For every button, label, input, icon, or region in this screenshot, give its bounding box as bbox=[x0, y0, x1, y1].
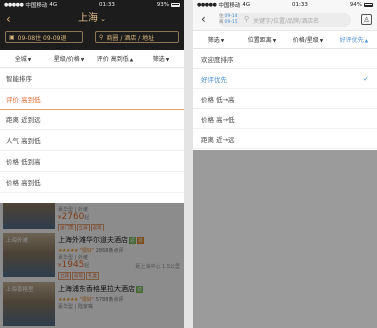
caret-down-icon: ▼ bbox=[165, 58, 170, 63]
sort-option-price-desc[interactable]: 价格 高→低 bbox=[193, 109, 377, 129]
dim-overlay[interactable] bbox=[0, 203, 184, 328]
search-icon: ⚲ bbox=[99, 33, 104, 41]
hotel-search-header: ‹ ⚲ 关键字/位置/品牌/酒店名 住 09-14 离 09-15 ♙ bbox=[193, 10, 377, 31]
search-placeholder: 关键字/位置/品牌/酒店名 bbox=[253, 18, 320, 25]
filter-bar: 筛选▼ 位置距离▼ 价格/星级▼ 好评优先▲ bbox=[193, 31, 377, 49]
dim-overlay[interactable] bbox=[193, 150, 377, 328]
sort-dropdown: 智能排序 评价 高到低 距离 近到远 人气 高到低 价格 低到高 价格 高到低 bbox=[0, 68, 184, 193]
status-bar: ●●●●● 中国移动 4G 01:33 94% bbox=[193, 0, 377, 10]
search-icon: ⚲ bbox=[244, 15, 250, 23]
caret-down-icon: ▼ bbox=[80, 58, 85, 63]
city-selector[interactable]: 上海 ⌄ bbox=[0, 13, 184, 25]
sort-option-distance[interactable]: 距离 近到远 bbox=[0, 110, 184, 131]
hotel-list-background: 豪华型 | 外滩 ¥2760起 送门票 立减 返现 上海外滩 上海外滩华尔道夫酒店返… bbox=[0, 203, 184, 328]
caret-down-icon: ▼ bbox=[220, 39, 225, 44]
caret-up-icon: ▲ bbox=[129, 58, 134, 63]
filter-label: 好评优先 bbox=[339, 37, 364, 44]
network-label: 4G bbox=[49, 2, 58, 8]
checkmark-icon: ✓ bbox=[363, 74, 369, 83]
sort-option-price-asc[interactable]: 价格 低→高 bbox=[193, 89, 377, 109]
caret-up-icon: ▲ bbox=[364, 39, 369, 44]
sort-option-label: 欢迎度排序 bbox=[201, 55, 234, 64]
signal-icon: ●●●●● bbox=[197, 2, 217, 8]
sort-option-popularity[interactable]: 欢迎度排序 bbox=[193, 49, 377, 69]
filter-label: 筛选 bbox=[207, 37, 220, 44]
carrier-label: 中国移动 bbox=[25, 3, 48, 9]
filter-sort[interactable]: 好评优先▲ bbox=[331, 35, 377, 44]
battery-icon bbox=[170, 3, 180, 7]
search-placeholder: 商圈 / 酒店 / 地址 bbox=[106, 34, 155, 42]
filter-label: 价格/星级 bbox=[292, 37, 319, 44]
battery-icon bbox=[363, 3, 373, 7]
status-time: 01:33 bbox=[292, 2, 308, 8]
carrier-label: 中国移动 bbox=[218, 3, 241, 9]
sort-option-label: 价格 低→高 bbox=[201, 95, 235, 104]
filter-label: 位置距离 bbox=[247, 37, 272, 44]
filter-more[interactable]: 筛选▼ bbox=[138, 54, 184, 63]
date-range-label: 09-08住 09-09退 bbox=[17, 34, 67, 42]
right-phone-screen: ●●●●● 中国移动 4G 01:33 94% ‹ ⚲ 关键字/位置/品牌/酒店… bbox=[193, 0, 377, 328]
sort-option-label: 价格 高→低 bbox=[201, 115, 235, 124]
signal-icon: ●●●●● bbox=[4, 2, 24, 8]
filter-label: 全城 bbox=[14, 56, 27, 63]
battery-percent: 94% bbox=[349, 2, 362, 8]
filter-location[interactable]: 位置距离▼ bbox=[239, 35, 285, 44]
filter-star-price[interactable]: 星级/价格▼ bbox=[46, 54, 92, 63]
user-icon[interactable]: ♙ bbox=[361, 14, 372, 25]
chevron-down-icon: ⌄ bbox=[100, 15, 106, 23]
caret-down-icon: ▼ bbox=[319, 39, 324, 44]
search-input[interactable]: ⚲ 商圈 / 酒店 / 地址 bbox=[95, 31, 179, 43]
date-range-button[interactable]: ▣ 09-08住 09-09退 bbox=[5, 31, 83, 43]
city-label: 上海 bbox=[78, 13, 99, 24]
sort-option-label: 好评优先 bbox=[201, 75, 227, 84]
network-label: 4G bbox=[242, 2, 251, 8]
filter-label: 星级/价格 bbox=[53, 56, 80, 63]
filter-area[interactable]: 全城▼ bbox=[0, 54, 46, 63]
caret-down-icon: ▼ bbox=[272, 39, 277, 44]
filter-price-star[interactable]: 价格/星级▼ bbox=[285, 35, 331, 44]
sort-option-rating[interactable]: 好评优先 ✓ bbox=[193, 69, 377, 89]
filter-more[interactable]: 筛选▼ bbox=[193, 35, 239, 44]
status-time: 01:33 bbox=[99, 2, 115, 8]
status-bar: ●●●●● 中国移动 4G 01:33 93% bbox=[0, 0, 184, 10]
filter-sort[interactable]: 评价 高到低▲ bbox=[92, 54, 138, 63]
hotel-list-header: ‹ 上海 ⌄ ▣ 09-08住 09-09退 ⚲ 商圈 / 酒店 / 地址 bbox=[0, 10, 184, 50]
caret-down-icon: ▼ bbox=[27, 58, 32, 63]
battery-percent: 93% bbox=[156, 2, 169, 8]
sort-option-popularity[interactable]: 人气 高到低 bbox=[0, 130, 184, 152]
filter-label: 筛选 bbox=[152, 56, 165, 63]
sort-option-smart[interactable]: 智能排序 bbox=[0, 68, 184, 89]
sort-option-label: 距离 近→远 bbox=[201, 135, 235, 144]
sort-option-price-desc[interactable]: 价格 高到低 bbox=[0, 172, 184, 193]
date-range-button[interactable]: 住 09-14 离 09-15 bbox=[219, 14, 243, 25]
calendar-icon: ▣ bbox=[9, 33, 15, 41]
sort-option-rating[interactable]: 评价 高到低 bbox=[0, 89, 184, 110]
filter-label: 评价 高到低 bbox=[96, 56, 129, 63]
sort-dropdown: 欢迎度排序 好评优先 ✓ 价格 低→高 价格 高→低 距离 近→远 bbox=[193, 49, 377, 149]
back-icon[interactable]: ‹ bbox=[201, 12, 206, 26]
filter-bar: 全城▼ 星级/价格▼ 评价 高到低▲ 筛选▼ bbox=[0, 50, 184, 68]
sort-option-distance[interactable]: 距离 近→远 bbox=[193, 129, 377, 149]
left-phone-screen: ●●●●● 中国移动 4G 01:33 93% ‹ 上海 ⌄ ▣ 09-08住 0… bbox=[0, 0, 184, 328]
sort-option-price-asc[interactable]: 价格 低到高 bbox=[0, 151, 184, 172]
